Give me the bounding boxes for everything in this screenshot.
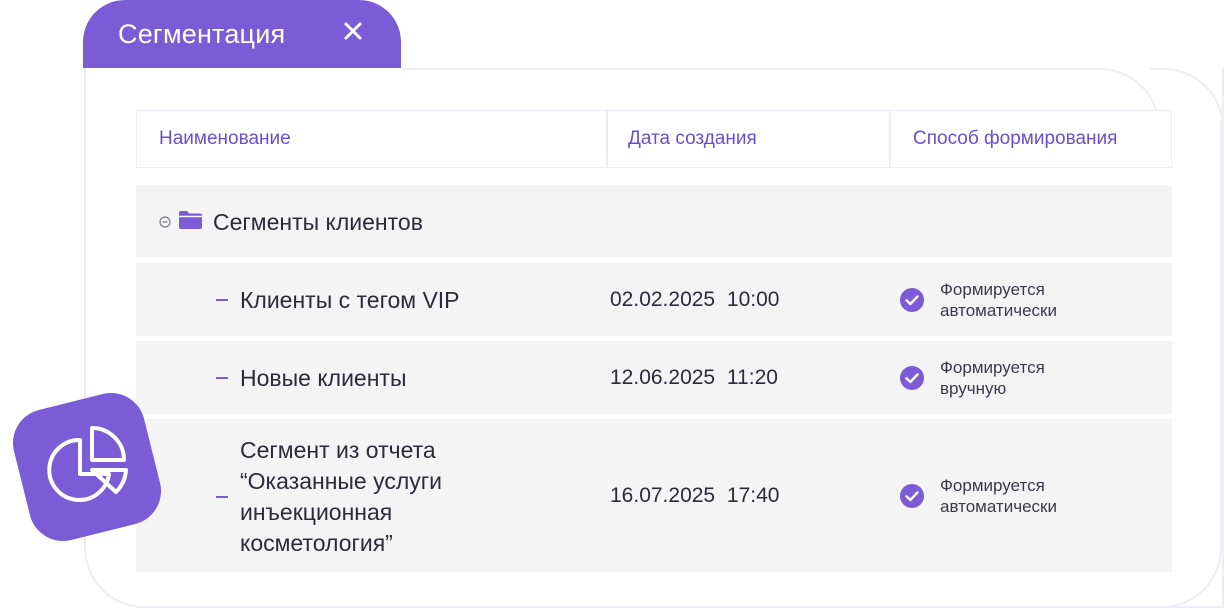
table-row[interactable]: Сегмент из отчета “Оказанные услуги инъе…	[136, 419, 1172, 572]
segment-name: Новые клиенты	[240, 363, 406, 394]
segment-name-line: Клиенты с тегом VIP	[240, 287, 460, 313]
segmentation-tab[interactable]: Сегментация	[83, 0, 401, 68]
created-date: 12.06.2025 11:20	[610, 366, 778, 389]
column-header-date[interactable]: Дата создания	[608, 111, 891, 167]
folder-icon	[179, 211, 202, 229]
tab-title: Сегментация	[118, 18, 286, 49]
segment-name-line: косметология”	[240, 530, 393, 556]
tree-dash	[216, 496, 228, 498]
segment-name-line: “Оказанные услуги	[240, 468, 443, 494]
formation-mode: Формируется вручную	[940, 357, 1045, 399]
formation-mode-line: вручную	[940, 379, 1007, 398]
check-circle-icon	[900, 366, 924, 390]
pie-chart-icon	[12, 392, 162, 542]
created-date: 16.07.2025 17:40	[610, 484, 780, 507]
formation-mode-line: Формируется	[940, 358, 1045, 377]
tree-dash	[216, 299, 228, 301]
formation-mode: Формируется автоматически	[940, 279, 1057, 321]
formation-mode-line: Формируется	[940, 476, 1045, 495]
close-icon[interactable]	[342, 20, 364, 42]
table-row[interactable]: Клиенты с тегом VIP 02.02.2025 10:00 Фор…	[136, 263, 1172, 336]
segment-name: Сегмент из отчета “Оказанные услуги инъе…	[240, 435, 442, 559]
tree-dash	[216, 377, 228, 379]
table-header: Наименование Дата создания Способ формир…	[136, 110, 1172, 168]
formation-mode-line: Формируется	[940, 280, 1045, 299]
formation-mode-line: автоматически	[940, 497, 1057, 516]
column-header-name[interactable]: Наименование	[137, 111, 608, 167]
segment-name-line: инъекционная	[240, 499, 393, 525]
check-circle-icon	[900, 288, 924, 312]
collapse-circle-icon[interactable]	[159, 216, 171, 228]
group-label: Сегменты клиентов	[213, 209, 423, 235]
segment-name: Клиенты с тегом VIP	[240, 285, 460, 316]
created-date: 02.02.2025 10:00	[610, 288, 780, 311]
check-circle-icon	[900, 484, 924, 508]
column-header-mode[interactable]: Способ формирования	[891, 111, 1171, 167]
formation-mode: Формируется автоматически	[940, 475, 1057, 517]
segment-name-line: Сегмент из отчета	[240, 437, 436, 463]
table-row[interactable]: Новые клиенты 12.06.2025 11:20 Формирует…	[136, 341, 1172, 414]
segment-name-line: Новые клиенты	[240, 365, 407, 391]
group-row[interactable]: Сегменты клиентов	[136, 185, 1172, 257]
formation-mode-line: автоматически	[940, 301, 1057, 320]
